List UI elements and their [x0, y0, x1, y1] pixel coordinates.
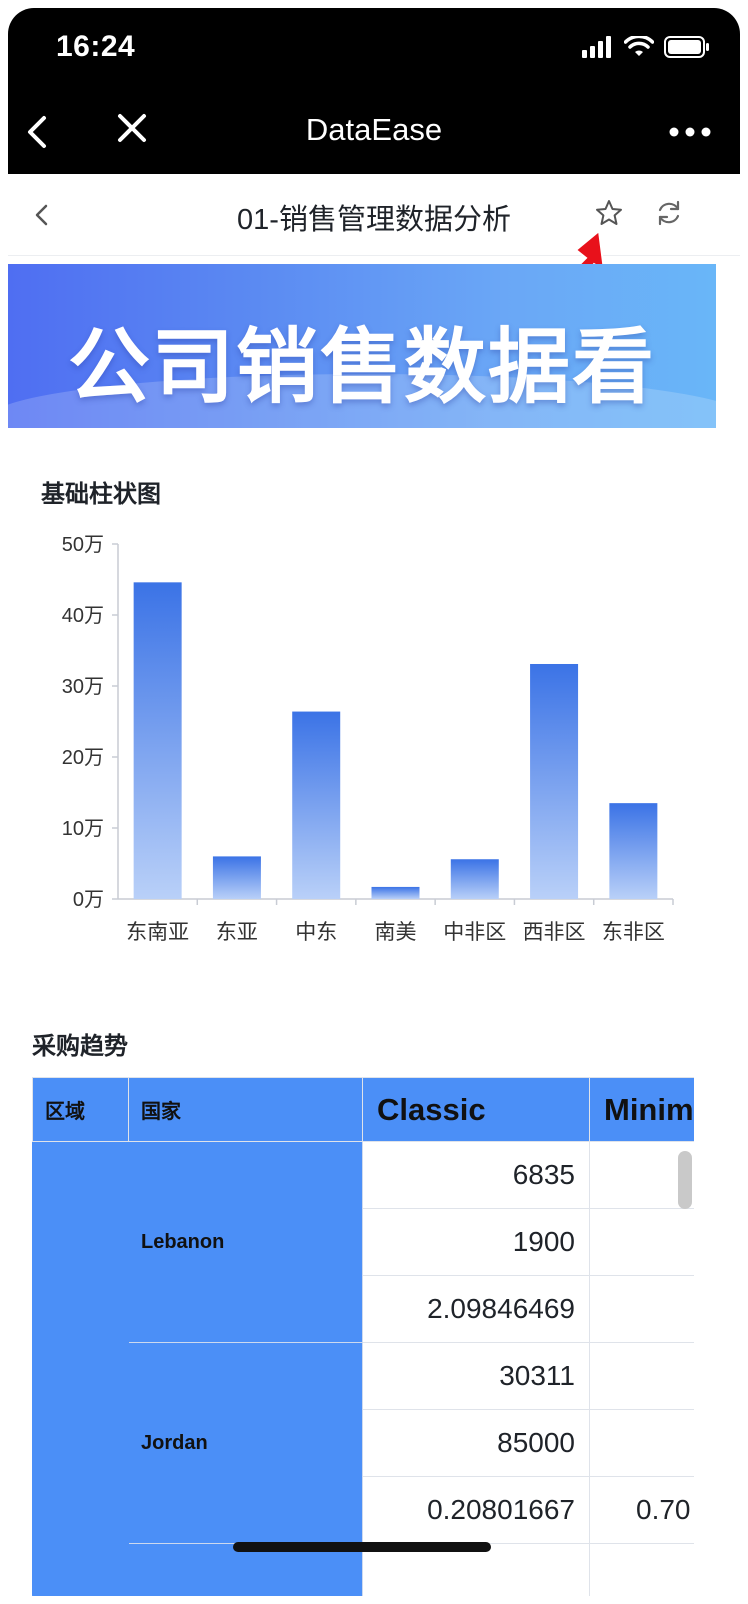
value-cell — [589, 1275, 694, 1343]
value-cell — [589, 1208, 694, 1276]
value-cell: 2.09846469 — [362, 1275, 590, 1343]
y-tick-label: 10万 — [62, 818, 104, 840]
value-cell: 6835 — [362, 1141, 590, 1209]
table-header-row: 区域 国家 Classic Minim — [32, 1077, 694, 1142]
status-time: 16:24 — [56, 30, 136, 63]
star-icon[interactable] — [594, 198, 624, 228]
table-title: 采购趋势 — [32, 1033, 128, 1060]
x-tick-label: 中非区 — [443, 921, 506, 944]
bar-chart: 0万 10万 20万 30万 40万 50万东南亚 东亚 中东 南美 中非区 西非区 东非区 — [62, 534, 674, 944]
nav-title: DataEase — [305, 112, 443, 147]
app-header: 01-销售管理数据分析 — [8, 174, 740, 256]
value-cell — [589, 1543, 694, 1596]
table-scrollbar[interactable] — [678, 1151, 692, 1209]
y-tick-label: 30万 — [62, 676, 104, 698]
signal-icon — [582, 36, 611, 58]
value-cell — [589, 1342, 694, 1410]
x-tick-label: 东非区 — [602, 921, 665, 944]
bar — [212, 856, 261, 899]
home-indicator — [233, 1542, 491, 1552]
value-cell: 85000 — [362, 1409, 590, 1477]
value-cell: 1900 — [362, 1208, 590, 1276]
x-tick-label: 东南亚 — [126, 921, 189, 944]
refresh-icon[interactable] — [654, 198, 684, 228]
x-tick-label: 东亚 — [216, 921, 258, 944]
more-icon[interactable] — [668, 122, 712, 142]
value-cell — [589, 1409, 694, 1477]
country-cell: Lebanon — [128, 1141, 363, 1343]
phone-screen: 16:24 DataEase 01-销售管理数据分析 公司销售数据看 基础柱状图… — [8, 8, 740, 1596]
table-row: Jordan 30311 — [33, 1342, 694, 1544]
bar — [133, 582, 182, 899]
table-row: Lebanon 6835 — [32, 1141, 694, 1596]
x-tick-label: 南美 — [375, 921, 417, 944]
header-region[interactable]: 区域 — [32, 1077, 129, 1142]
bar — [371, 886, 420, 899]
bar — [609, 803, 658, 899]
dashboard-banner: 公司销售数据看 — [8, 264, 716, 428]
header-classic[interactable]: Classic — [362, 1077, 590, 1142]
wechat-navbar: DataEase — [8, 88, 740, 174]
value-cell: 0.20801667 — [362, 1476, 590, 1544]
pivot-table[interactable]: 区域 国家 Classic Minim Lebanon 6835 1900 2.… — [32, 1077, 694, 1596]
x-tick-label: 中东 — [295, 921, 337, 944]
value-cell: 30311 — [362, 1342, 590, 1410]
bar — [292, 711, 341, 899]
status-icons — [582, 32, 710, 62]
y-tick-label: 40万 — [62, 605, 104, 627]
header-country[interactable]: 国家 — [128, 1077, 363, 1142]
banner-title: 公司销售数据看 — [67, 322, 656, 413]
header-minim[interactable]: Minim — [589, 1077, 694, 1142]
value-cell: 0.70 — [589, 1476, 694, 1544]
x-tick-label: 西非区 — [523, 921, 586, 944]
battery-icon — [664, 36, 709, 58]
wifi-icon — [624, 36, 654, 56]
y-tick-label: 0万 — [73, 889, 104, 911]
y-tick-label: 20万 — [62, 747, 104, 769]
page-title: 01-销售管理数据分析 — [237, 204, 511, 236]
status-bar: 16:24 — [8, 8, 740, 88]
chart-title: 基础柱状图 — [41, 481, 161, 508]
bar — [450, 859, 499, 899]
bar — [530, 663, 579, 899]
region-cell — [32, 1141, 129, 1596]
country-cell: Jordan — [128, 1342, 363, 1544]
y-tick-label: 50万 — [62, 534, 104, 556]
